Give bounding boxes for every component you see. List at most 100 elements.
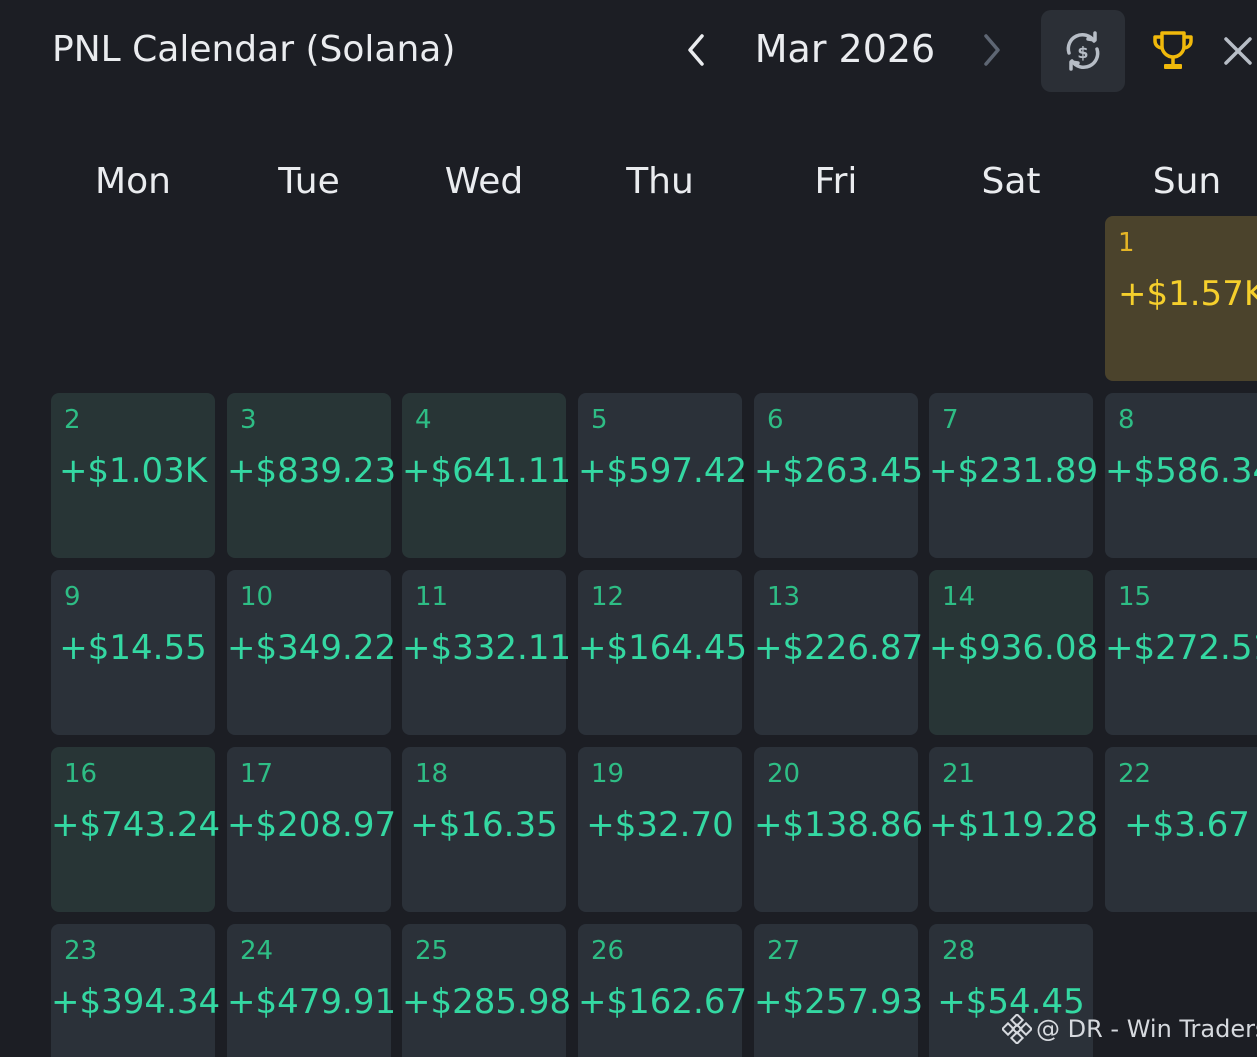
day-pnl-value: +$263.45 [754,451,924,491]
day-number: 27 [767,936,801,966]
binance-logo-icon [1002,1014,1032,1044]
day-pnl-value: +$164.45 [578,628,748,668]
day-cell[interactable]: 20 +$138.86 [754,747,924,912]
trophy-icon [1153,31,1193,69]
day-cell[interactable]: 8 +$586.34 [1105,393,1257,558]
currency-toggle-button[interactable]: $ [1041,10,1125,92]
day-cell[interactable]: 22 +$3.67 [1105,747,1257,912]
day-pnl-value: +$231.89 [929,451,1099,491]
day-number: 10 [240,582,274,612]
day-pnl-value: +$226.87 [754,628,924,668]
day-cell[interactable]: 7 +$231.89 [929,393,1099,558]
current-month-label: Mar 2026 [754,27,936,71]
day-cell[interactable]: 21 +$119.28 [929,747,1099,912]
day-pnl-value: +$394.34 [51,982,221,1022]
day-pnl-value: +$14.55 [59,628,207,668]
leaderboard-button[interactable] [1131,10,1215,92]
day-cell[interactable]: 26 +$162.67 [578,924,748,1057]
page-title: PNL Calendar (Solana) [52,29,456,70]
day-cell[interactable]: 16 +$743.24 [51,747,221,912]
day-number: 23 [64,936,98,966]
day-cell[interactable]: 6 +$263.45 [754,393,924,558]
currency-swap-icon: $ [1066,31,1100,71]
day-number: 15 [1118,582,1152,612]
day-pnl-value: +$936.08 [929,628,1099,668]
day-cell[interactable]: 25 +$285.98 [402,924,572,1057]
day-pnl-value: +$349.22 [227,628,397,668]
day-pnl-value: +$285.98 [402,982,572,1022]
day-number: 8 [1118,405,1135,435]
svg-text:$: $ [1077,43,1088,62]
day-cell[interactable]: 24 +$479.91 [227,924,397,1057]
pnl-calendar-panel: PNL Calendar (Solana) Mar 2026 $ Mon Tue… [0,0,1257,1057]
watermark-text: @ DR - Win Traders [1036,1015,1257,1043]
day-pnl-value: +$839.23 [227,451,397,491]
weekday-label-wed: Wed [444,161,524,202]
day-pnl-value: +$119.28 [929,805,1099,845]
day-number: 14 [942,582,976,612]
day-number: 26 [591,936,625,966]
day-pnl-value: +$332.11 [402,628,572,668]
close-button[interactable] [1218,10,1257,92]
day-cell[interactable]: 2 +$1.03K [51,393,215,558]
day-number: 7 [942,405,959,435]
day-cell[interactable]: 14 +$936.08 [929,570,1099,735]
day-cell[interactable]: 13 +$226.87 [754,570,924,735]
day-pnl-value: +$586.34 [1105,451,1257,491]
day-cell[interactable]: 12 +$164.45 [578,570,748,735]
day-cell[interactable]: 1 +$1.57K [1105,216,1257,381]
day-number: 17 [240,759,274,789]
day-number: 21 [942,759,976,789]
day-pnl-value: +$743.24 [51,805,221,845]
day-number: 24 [240,936,274,966]
day-cell[interactable]: 3 +$839.23 [227,393,397,558]
day-number: 9 [64,582,81,612]
day-number: 22 [1118,759,1152,789]
day-number: 16 [64,759,98,789]
day-number: 28 [942,936,976,966]
day-pnl-value: +$16.35 [410,805,558,845]
day-pnl-value: +$257.93 [754,982,924,1022]
weekday-header-row: Mon Tue Wed Thu Fri Sat Sun [0,158,1257,208]
day-pnl-value: +$3.67 [1124,805,1250,845]
day-pnl-value: +$32.70 [586,805,734,845]
close-icon [1224,37,1252,65]
day-cell[interactable]: 19 +$32.70 [578,747,742,912]
day-pnl-value: +$208.97 [227,805,397,845]
day-number: 5 [591,405,608,435]
day-pnl-value: +$272.51 [1105,628,1257,668]
day-cell[interactable]: 17 +$208.97 [227,747,397,912]
day-cell[interactable]: 9 +$14.55 [51,570,215,735]
day-number: 19 [591,759,625,789]
day-pnl-value: +$597.42 [578,451,748,491]
day-pnl-value: +$138.86 [754,805,924,845]
day-cell[interactable]: 23 +$394.34 [51,924,221,1057]
day-pnl-value: +$479.91 [227,982,397,1022]
next-month-button[interactable] [972,30,1012,70]
day-cell[interactable]: 15 +$272.51 [1105,570,1257,735]
chevron-right-icon [984,34,1000,66]
watermark: @ DR - Win Traders [1002,1014,1257,1044]
weekday-label-tue: Tue [278,161,340,202]
day-cell[interactable]: 4 +$641.11 [402,393,572,558]
day-cell[interactable]: 11 +$332.11 [402,570,572,735]
day-cell[interactable]: 18 +$16.35 [402,747,566,912]
weekday-label-sat: Sat [981,161,1041,202]
day-pnl-value: +$641.11 [402,451,572,491]
day-number: 13 [767,582,801,612]
day-number: 18 [415,759,449,789]
day-pnl-value: +$162.67 [578,982,748,1022]
day-cell[interactable]: 5 +$597.42 [578,393,748,558]
weekday-label-fri: Fri [814,161,858,202]
day-number: 6 [767,405,784,435]
day-number: 4 [415,405,432,435]
day-number: 2 [64,405,81,435]
day-cell[interactable]: 10 +$349.22 [227,570,397,735]
weekday-label-sun: Sun [1152,161,1222,202]
previous-month-button[interactable] [676,30,716,70]
day-number: 12 [591,582,625,612]
day-number: 3 [240,405,257,435]
day-pnl-value: +$1.57K [1118,274,1257,314]
weekday-label-mon: Mon [95,161,171,202]
day-cell[interactable]: 27 +$257.93 [754,924,924,1057]
